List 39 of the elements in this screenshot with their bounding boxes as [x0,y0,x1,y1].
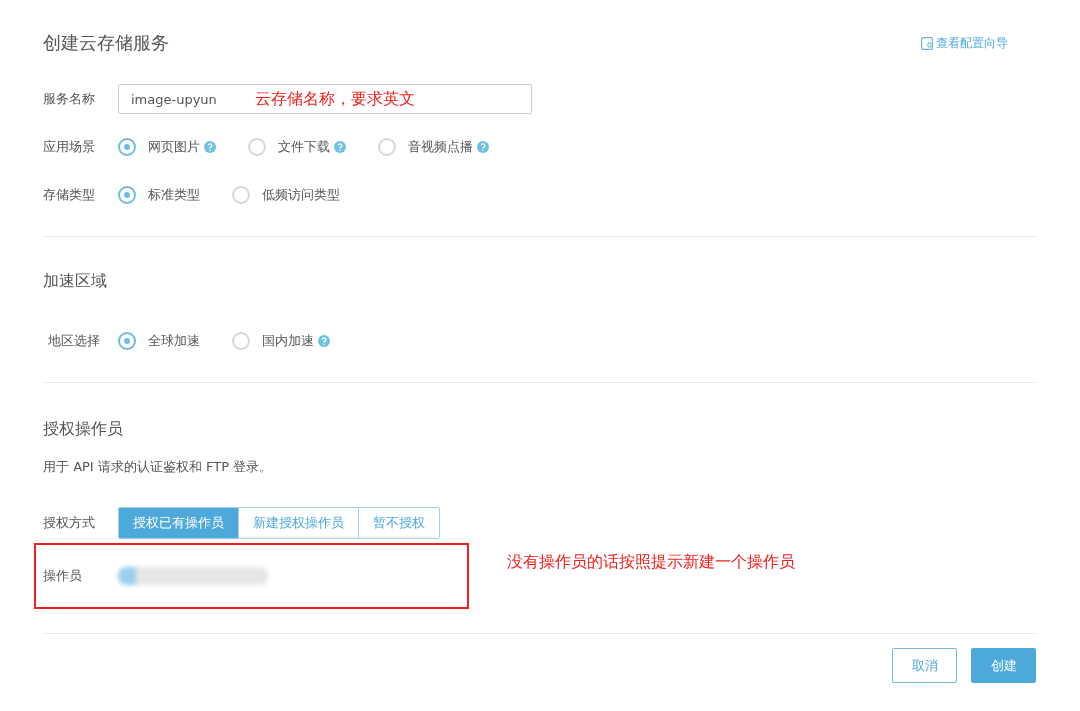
radio-option[interactable]: 网页图片 [118,138,216,156]
radio-option[interactable]: 低频访问类型 [232,186,340,204]
annotation-text: 没有操作员的话按照提示新建一个操作员 [507,551,795,573]
radio-button[interactable] [232,332,250,350]
input-field[interactable]: image-upyun 云存储名称，要求英文 [118,84,532,114]
help-icon[interactable] [204,141,216,153]
radio-option[interactable]: 音视频点播 [378,138,489,156]
help-icon[interactable] [477,141,489,153]
radio-option[interactable]: 文件下载 [248,138,346,156]
radio-button[interactable] [232,186,250,204]
radio-option[interactable]: 全球加速 [118,332,200,350]
option-label: 文件下载 [278,138,330,156]
section-description: 用于 API 请求的认证鉴权和 FTP 登录。 [43,458,274,476]
help-icon[interactable] [318,335,330,347]
field-label: 操作员 [43,567,83,585]
page-title: 创建云存储服务 [43,31,169,55]
field-label: 授权方式 [43,514,96,532]
option-label: 音视频点播 [408,138,473,156]
document-icon [921,36,933,50]
field-label: 地区选择 [47,332,101,350]
field-label: 存储类型 [43,186,96,204]
annotation-text: 云存储名称，要求英文 [254,88,415,110]
section-title: 授权操作员 [43,419,124,440]
radio-option[interactable]: 国内加速 [232,332,330,350]
radio-button[interactable] [248,138,266,156]
section-title: 加速区域 [43,271,108,292]
help-icon[interactable] [334,141,346,153]
option-label: 网页图片 [148,138,200,156]
option-label: 全球加速 [148,332,200,350]
option-label: 低频访问类型 [262,186,340,204]
field-label: 服务名称 [43,90,96,108]
radio-button[interactable] [118,332,136,350]
option-label: 国内加速 [262,332,314,350]
radio-button[interactable] [118,138,136,156]
radio-button[interactable] [118,186,136,204]
field-label: 应用场景 [43,138,96,156]
radio-button[interactable] [378,138,396,156]
option-label: 标准类型 [148,186,200,204]
radio-option[interactable]: 标准类型 [118,186,200,204]
